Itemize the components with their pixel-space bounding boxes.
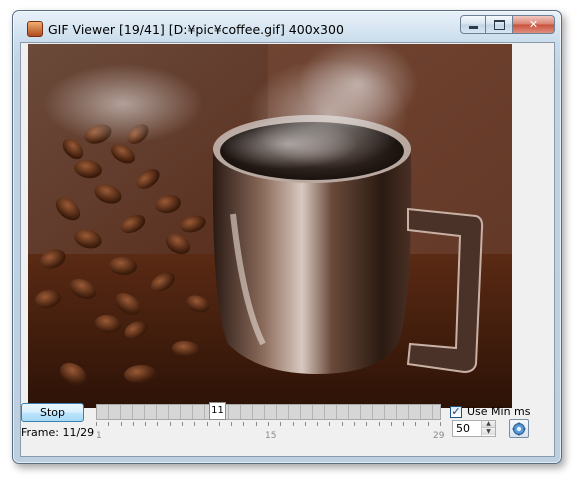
use-min-ms-checkbox[interactable]: ✓ [450, 405, 462, 418]
slider-tick [207, 422, 208, 426]
close-icon: ✕ [528, 18, 539, 31]
tick-label-start: 1 [96, 431, 102, 441]
arrow-up-icon: ▲ [486, 420, 491, 427]
close-button[interactable]: ✕ [512, 15, 555, 34]
slider-tick [108, 422, 109, 426]
gif-viewer-icon[interactable] [27, 21, 43, 37]
slider-tick [96, 422, 97, 426]
slider-tick [293, 422, 294, 426]
slider-ticks [96, 422, 441, 428]
slider-tick [145, 422, 146, 426]
check-icon: ✓ [451, 405, 461, 418]
slider-tick [219, 422, 220, 426]
slider-tick [231, 422, 232, 426]
spin-down-button[interactable]: ▼ [482, 428, 495, 435]
slider-tick [280, 422, 281, 426]
tick-label-end: 29 [433, 431, 445, 441]
min-ms-spinbox[interactable]: 50 ▲ ▼ [452, 420, 496, 437]
slider-thumb[interactable]: 11 [209, 402, 226, 420]
slider-tick [415, 422, 416, 426]
slider-tick [329, 422, 330, 426]
slider-tick [428, 422, 429, 426]
slider-tick [157, 422, 158, 426]
slider-tick [317, 422, 318, 426]
minimize-button[interactable] [460, 15, 486, 34]
stop-button[interactable]: Stop [21, 403, 84, 422]
slider-tick [440, 422, 441, 426]
tick-label-middle: 15 [265, 431, 277, 441]
slider-tick [403, 422, 404, 426]
gif-display[interactable] [28, 44, 512, 408]
slider-tick [305, 422, 306, 426]
maximize-button[interactable] [486, 15, 512, 34]
slider-tick [194, 422, 195, 426]
slider-tick [379, 422, 380, 426]
slider-tick [133, 422, 134, 426]
slider-tick [342, 422, 343, 426]
slider-tick [391, 422, 392, 426]
arrow-down-icon: ▼ [486, 427, 491, 435]
frame-slider[interactable]: 11 [96, 402, 441, 420]
minimize-icon [468, 26, 478, 29]
min-ms-value[interactable]: 50 [456, 422, 470, 435]
slider-tick [256, 422, 257, 426]
frame-label: Frame: 11/29 [21, 426, 95, 439]
caption-buttons: ✕ [460, 15, 555, 35]
settings-button[interactable] [509, 419, 529, 438]
slider-tick [182, 422, 183, 426]
slider-track[interactable] [96, 404, 441, 420]
settings-icon [512, 422, 526, 435]
maximize-icon [493, 19, 505, 30]
slider-tick [366, 422, 367, 426]
slider-tick [243, 422, 244, 426]
window-title: GIF Viewer [19/41] [D:¥pic¥coffee.gif] 4… [48, 22, 344, 37]
use-min-ms-label: Use Min ms [467, 405, 531, 418]
use-min-ms-option[interactable]: ✓ Use Min ms [450, 405, 531, 418]
slider-tick [354, 422, 355, 426]
coffee-photo [28, 44, 512, 408]
slider-tick [121, 422, 122, 426]
slider-tick [170, 422, 171, 426]
spin-buttons: ▲ ▼ [481, 421, 495, 436]
spin-up-button[interactable]: ▲ [482, 421, 495, 428]
slider-tick [268, 422, 269, 426]
